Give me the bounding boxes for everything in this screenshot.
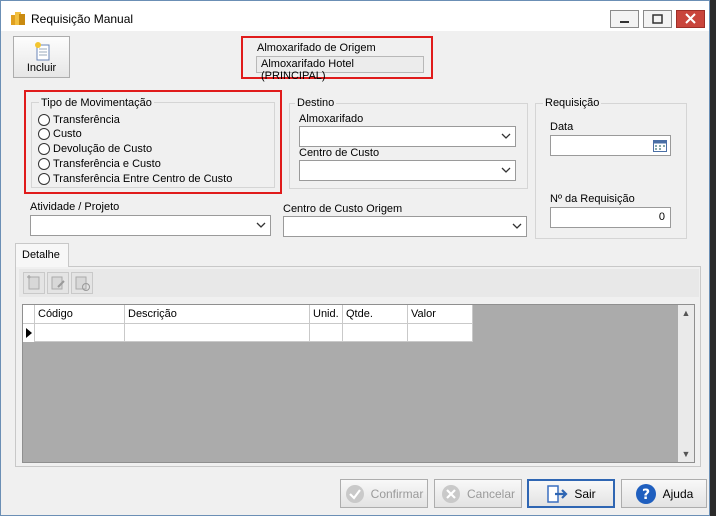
column-header-unid[interactable]: Unid. [310, 305, 343, 324]
add-row-button[interactable] [23, 272, 45, 294]
destino-title: Destino [295, 97, 337, 109]
edit-row-icon [51, 276, 65, 290]
ajuda-label: Ajuda [662, 486, 694, 501]
minimize-button[interactable] [610, 10, 639, 28]
almoxarifado-select[interactable] [299, 126, 516, 147]
column-header-descricao[interactable]: Descrição [125, 305, 310, 324]
radio-label: Transferência e Custo [53, 158, 161, 170]
grid-cell[interactable] [35, 324, 125, 342]
sair-button[interactable]: Sair [527, 479, 615, 508]
column-header-qtde[interactable]: Qtde. [343, 305, 408, 324]
cancel-icon [441, 484, 460, 503]
radio-label: Transferência [53, 114, 120, 126]
radio-devolucao-custo[interactable]: Devolução de Custo [38, 143, 152, 155]
title-bar: Requisição Manual [1, 1, 709, 31]
confirmar-button[interactable]: Confirmar [340, 479, 428, 508]
centro-origem-label: Centro de Custo Origem [283, 203, 403, 215]
minimize-icon [620, 21, 629, 23]
requisicao-title: Requisição [543, 97, 602, 109]
maximize-icon [652, 14, 663, 24]
column-header-valor[interactable]: Valor [408, 305, 473, 324]
incluir-label: Incluir [26, 62, 57, 74]
chevron-down-icon [256, 222, 266, 228]
radio-circle[interactable] [38, 158, 50, 170]
radio-label: Custo [53, 128, 82, 140]
close-button[interactable] [676, 10, 705, 28]
help-icon: ? [635, 483, 656, 504]
radio-transferencia-centro-custo[interactable]: Transferência Entre Centro de Custo [38, 173, 232, 185]
radio-circle[interactable] [38, 143, 50, 155]
tipo-movimentacao-title: Tipo de Movimentação [39, 97, 154, 109]
almoxarifado-label: Almoxarifado [299, 113, 364, 125]
grid-cell[interactable] [310, 324, 343, 342]
chevron-down-icon [512, 223, 522, 229]
atividade-select[interactable] [30, 215, 271, 236]
radio-label: Transferência Entre Centro de Custo [53, 173, 233, 185]
grid-cell[interactable] [125, 324, 310, 342]
grid-corner [23, 305, 35, 324]
edit-row-button[interactable] [47, 272, 69, 294]
radio-label: Devolução de Custo [53, 143, 153, 155]
radio-transferencia[interactable]: Transferência [38, 114, 120, 126]
data-label: Data [550, 121, 574, 133]
add-row-icon [27, 275, 40, 290]
new-document-icon [35, 42, 50, 61]
window-title: Requisição Manual [31, 12, 134, 26]
exit-icon [547, 484, 568, 503]
atividade-label: Atividade / Projeto [30, 201, 120, 213]
centro-custo-label: Centro de Custo [299, 147, 380, 159]
app-icon [11, 12, 25, 25]
origem-label: Almoxarifado de Origem [257, 42, 376, 54]
numero-requisicao-field[interactable]: 0 [550, 207, 671, 228]
centro-origem-select[interactable] [283, 216, 527, 237]
scroll-down-icon[interactable]: ▼ [678, 446, 694, 462]
scroll-up-icon[interactable]: ▲ [678, 305, 694, 321]
detalhe-toolbar [19, 269, 699, 297]
cancelar-label: Cancelar [466, 486, 516, 501]
radio-transferencia-custo[interactable]: Transferência e Custo [38, 158, 161, 170]
grid-cell[interactable] [408, 324, 473, 342]
svg-text:?: ? [642, 487, 650, 503]
row-indicator [23, 324, 35, 342]
numero-requisicao-label: Nº da Requisição [550, 193, 635, 205]
data-field[interactable] [550, 135, 671, 156]
radio-circle[interactable] [38, 114, 50, 126]
close-icon [685, 13, 696, 24]
grid-cell[interactable] [343, 324, 408, 342]
radio-circle[interactable] [38, 173, 50, 185]
radio-circle[interactable] [38, 128, 50, 140]
radio-custo[interactable]: Custo [38, 128, 82, 140]
check-icon [345, 484, 364, 503]
cancelar-button[interactable]: Cancelar [434, 479, 522, 508]
centro-custo-select[interactable] [299, 160, 516, 181]
origem-field: Almoxarifado Hotel (PRINCIPAL) [256, 56, 424, 82]
tab-detalhe-label: Detalhe [22, 249, 60, 261]
requisicao-manual-window: Requisição Manual Incluir Almoxarifado d… [0, 0, 710, 516]
maximize-button[interactable] [643, 10, 672, 28]
vertical-scrollbar[interactable]: ▲ ▼ [678, 305, 694, 462]
calendar-icon[interactable] [653, 139, 667, 152]
ajuda-button[interactable]: ? Ajuda [621, 479, 707, 508]
delete-row-button[interactable] [71, 272, 93, 294]
delete-row-icon [75, 276, 90, 291]
confirmar-label: Confirmar [370, 486, 424, 501]
column-header-codigo[interactable]: Código [35, 305, 125, 324]
tab-detalhe[interactable]: Detalhe [15, 243, 69, 267]
incluir-button[interactable]: Incluir [13, 36, 70, 78]
sair-label: Sair [574, 486, 596, 501]
chevron-down-icon [501, 133, 511, 139]
chevron-down-icon [501, 167, 511, 173]
